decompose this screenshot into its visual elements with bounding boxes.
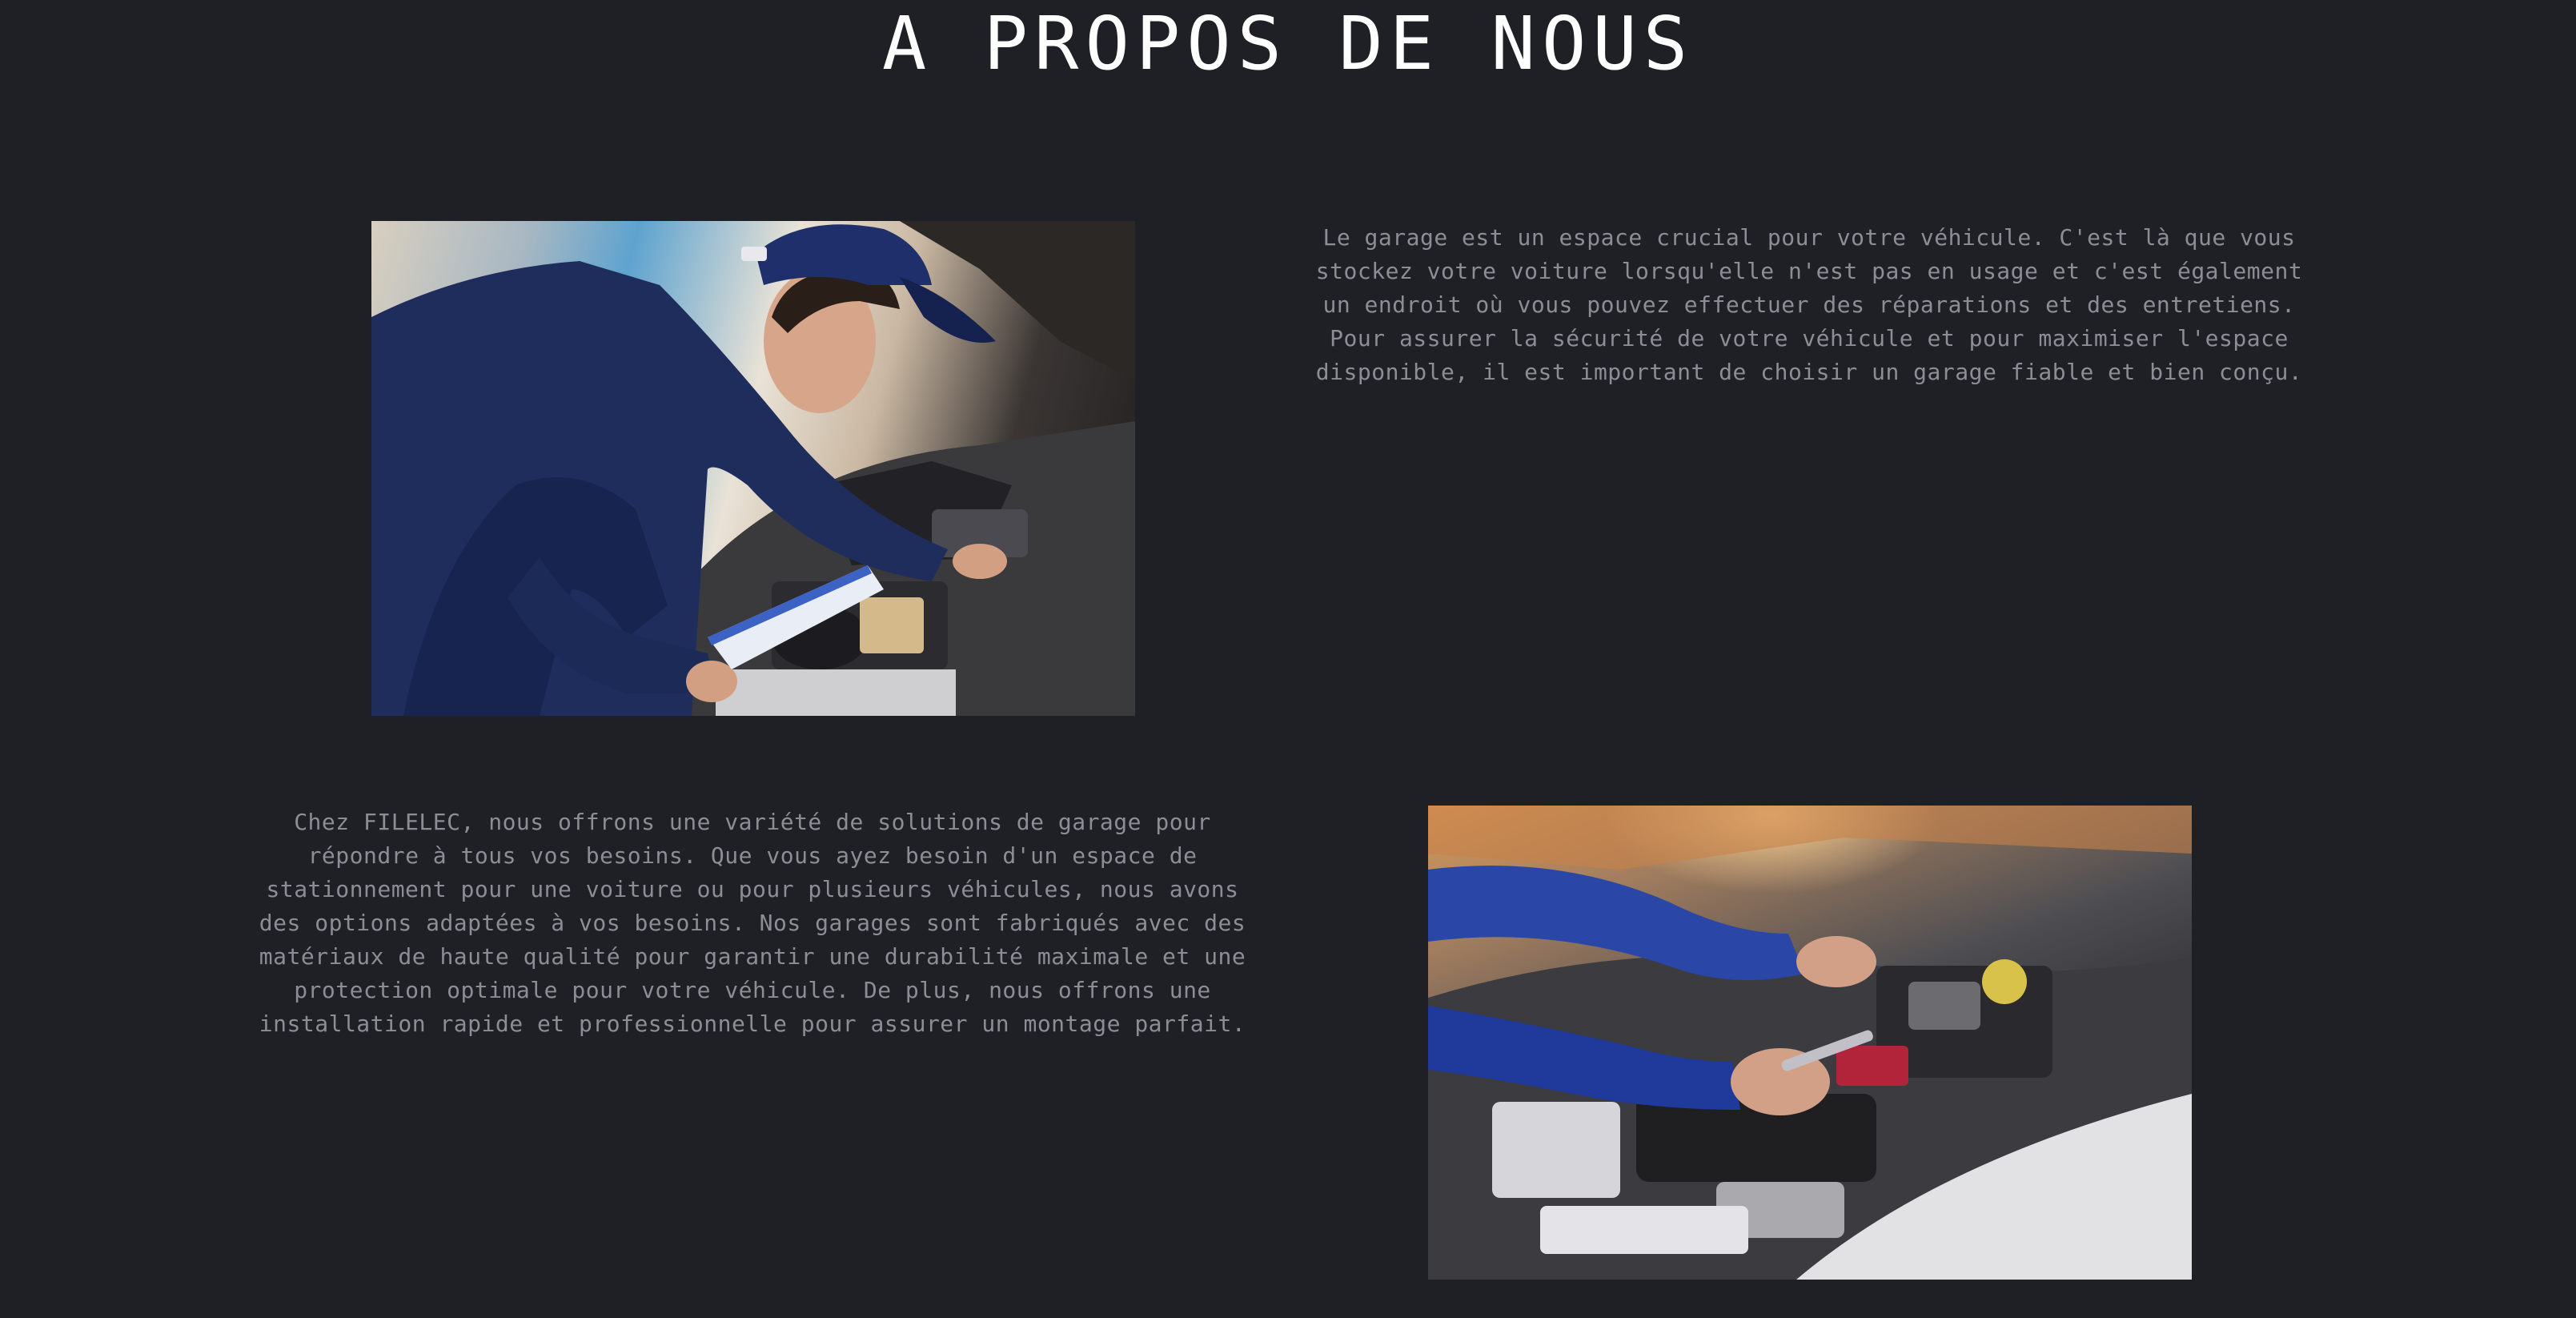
page-title: A PROPOS DE NOUS (881, 1, 1695, 86)
mechanic-with-clipboard-photo (371, 221, 1135, 716)
about-paragraph-1: Le garage est un espace crucial pour vot… (1315, 224, 2303, 385)
hands-working-on-engine-photo (1428, 806, 2192, 1280)
about-paragraph-2: Chez FILELEC, nous offrons une variété d… (259, 809, 1246, 1037)
